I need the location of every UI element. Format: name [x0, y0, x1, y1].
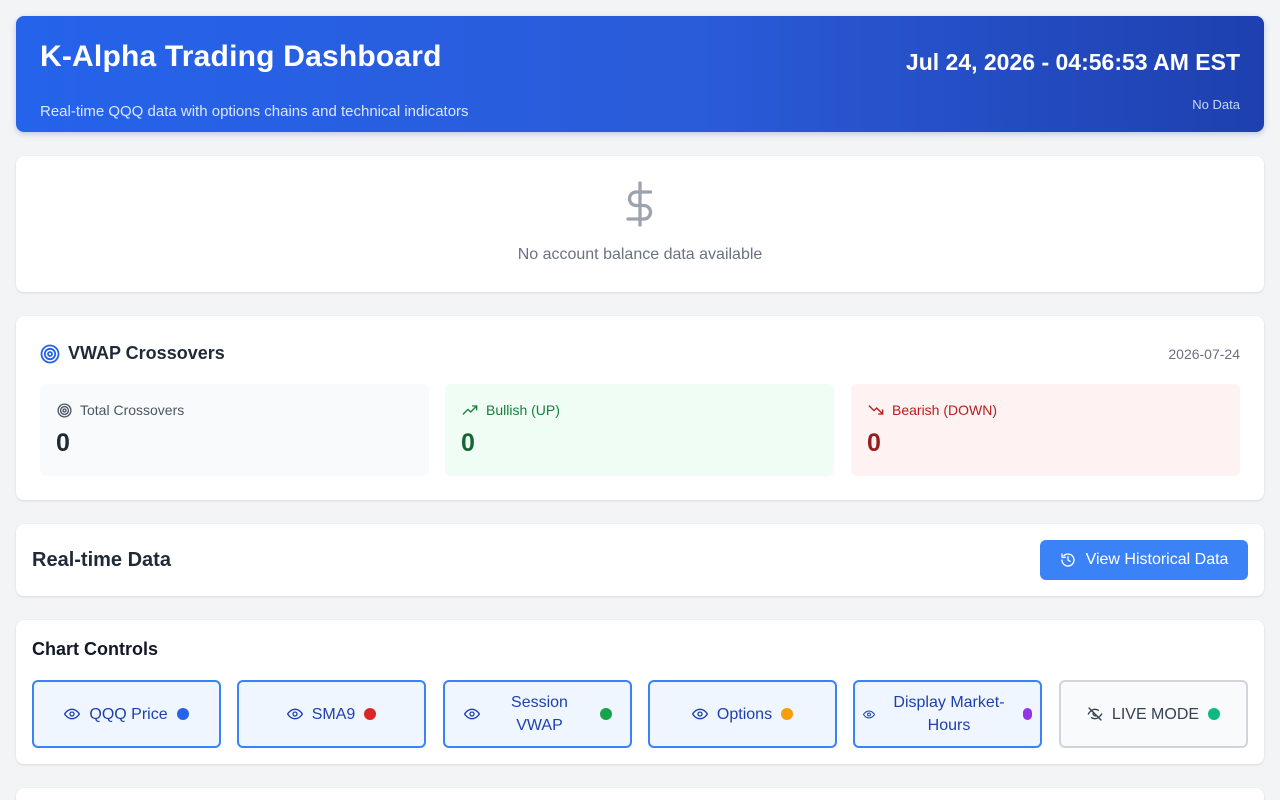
- eye-icon: [691, 708, 708, 720]
- next-section-card: [16, 788, 1264, 800]
- toggle-label: SMA9: [311, 705, 356, 723]
- series-color-dot: [781, 708, 794, 720]
- series-color-dot: [1208, 708, 1221, 720]
- toggle-display-market-hours[interactable]: Display Market-Hours: [853, 680, 1042, 748]
- page-subtitle: Real-time QQQ data with options chains a…: [40, 103, 469, 120]
- target-icon: [40, 344, 60, 364]
- trending-up-icon: [462, 405, 478, 415]
- history-button-label: View Historical Data: [1085, 551, 1229, 568]
- vwap-crossovers-card: VWAP Crossovers 2026-07-24 Total Crossov…: [16, 316, 1264, 500]
- toggle-sma9[interactable]: SMA9: [237, 680, 426, 748]
- eye-icon: [64, 708, 81, 720]
- toggle-label: LIVE MODE: [1111, 705, 1200, 723]
- view-historical-data-button[interactable]: View Historical Data: [1040, 540, 1248, 580]
- realtime-title: Real-time Data: [32, 549, 171, 571]
- chart-controls-title: Chart Controls: [32, 639, 158, 659]
- series-color-dot: [599, 708, 612, 720]
- bullish-crossovers-stat: Bullish (UP) 0: [445, 384, 834, 476]
- current-datetime: Jul 24, 2026 - 04:56:53 AM EST: [905, 49, 1240, 75]
- stat-value: 0: [461, 429, 475, 457]
- eye-off-icon: [1087, 707, 1103, 721]
- total-crossovers-stat: Total Crossovers 0: [40, 384, 429, 476]
- toggle-qqq-price[interactable]: QQQ Price: [32, 680, 221, 748]
- series-color-dot: [176, 708, 189, 720]
- data-status: No Data: [1192, 97, 1240, 112]
- stat-label: Bearish (DOWN): [892, 402, 998, 418]
- history-icon: [1060, 553, 1075, 567]
- eye-icon: [286, 708, 303, 720]
- eye-icon: [863, 709, 875, 719]
- series-color-dot: [1023, 708, 1032, 720]
- target-icon: [57, 402, 72, 418]
- toggle-session-vwap[interactable]: Session VWAP: [443, 680, 632, 748]
- dashboard-header: K-Alpha Trading Dashboard Real-time QQQ …: [16, 16, 1264, 132]
- vwap-title: VWAP Crossovers: [68, 343, 225, 363]
- realtime-data-card: Real-time Data View Historical Data: [16, 524, 1264, 596]
- bearish-crossovers-stat: Bearish (DOWN) 0: [851, 384, 1240, 476]
- series-color-dot: [364, 708, 377, 720]
- eye-icon: [463, 708, 480, 720]
- no-balance-message: No account balance data available: [517, 246, 763, 263]
- stat-label: Total Crossovers: [80, 402, 185, 418]
- toggle-label: Display Market-Hours: [893, 694, 1005, 734]
- stat-label: Bullish (UP): [486, 402, 560, 418]
- dollar-sign-icon: [626, 181, 653, 227]
- account-balance-card: [16, 156, 1264, 292]
- chart-controls-card: Chart Controls QQQ Price SMA9 Session VW…: [16, 620, 1264, 764]
- stat-value: 0: [56, 429, 70, 457]
- toggle-options[interactable]: Options: [648, 680, 837, 748]
- stat-value: 0: [867, 429, 881, 457]
- vwap-date: 2026-07-24: [1168, 346, 1240, 362]
- page-title: K-Alpha Trading Dashboard: [40, 40, 442, 73]
- toggle-label: Session VWAP: [511, 694, 568, 734]
- trending-down-icon: [868, 405, 884, 415]
- toggle-label: QQQ Price: [89, 705, 168, 723]
- toggle-live-mode[interactable]: LIVE MODE: [1059, 680, 1248, 748]
- toggle-label: Options: [716, 705, 773, 723]
